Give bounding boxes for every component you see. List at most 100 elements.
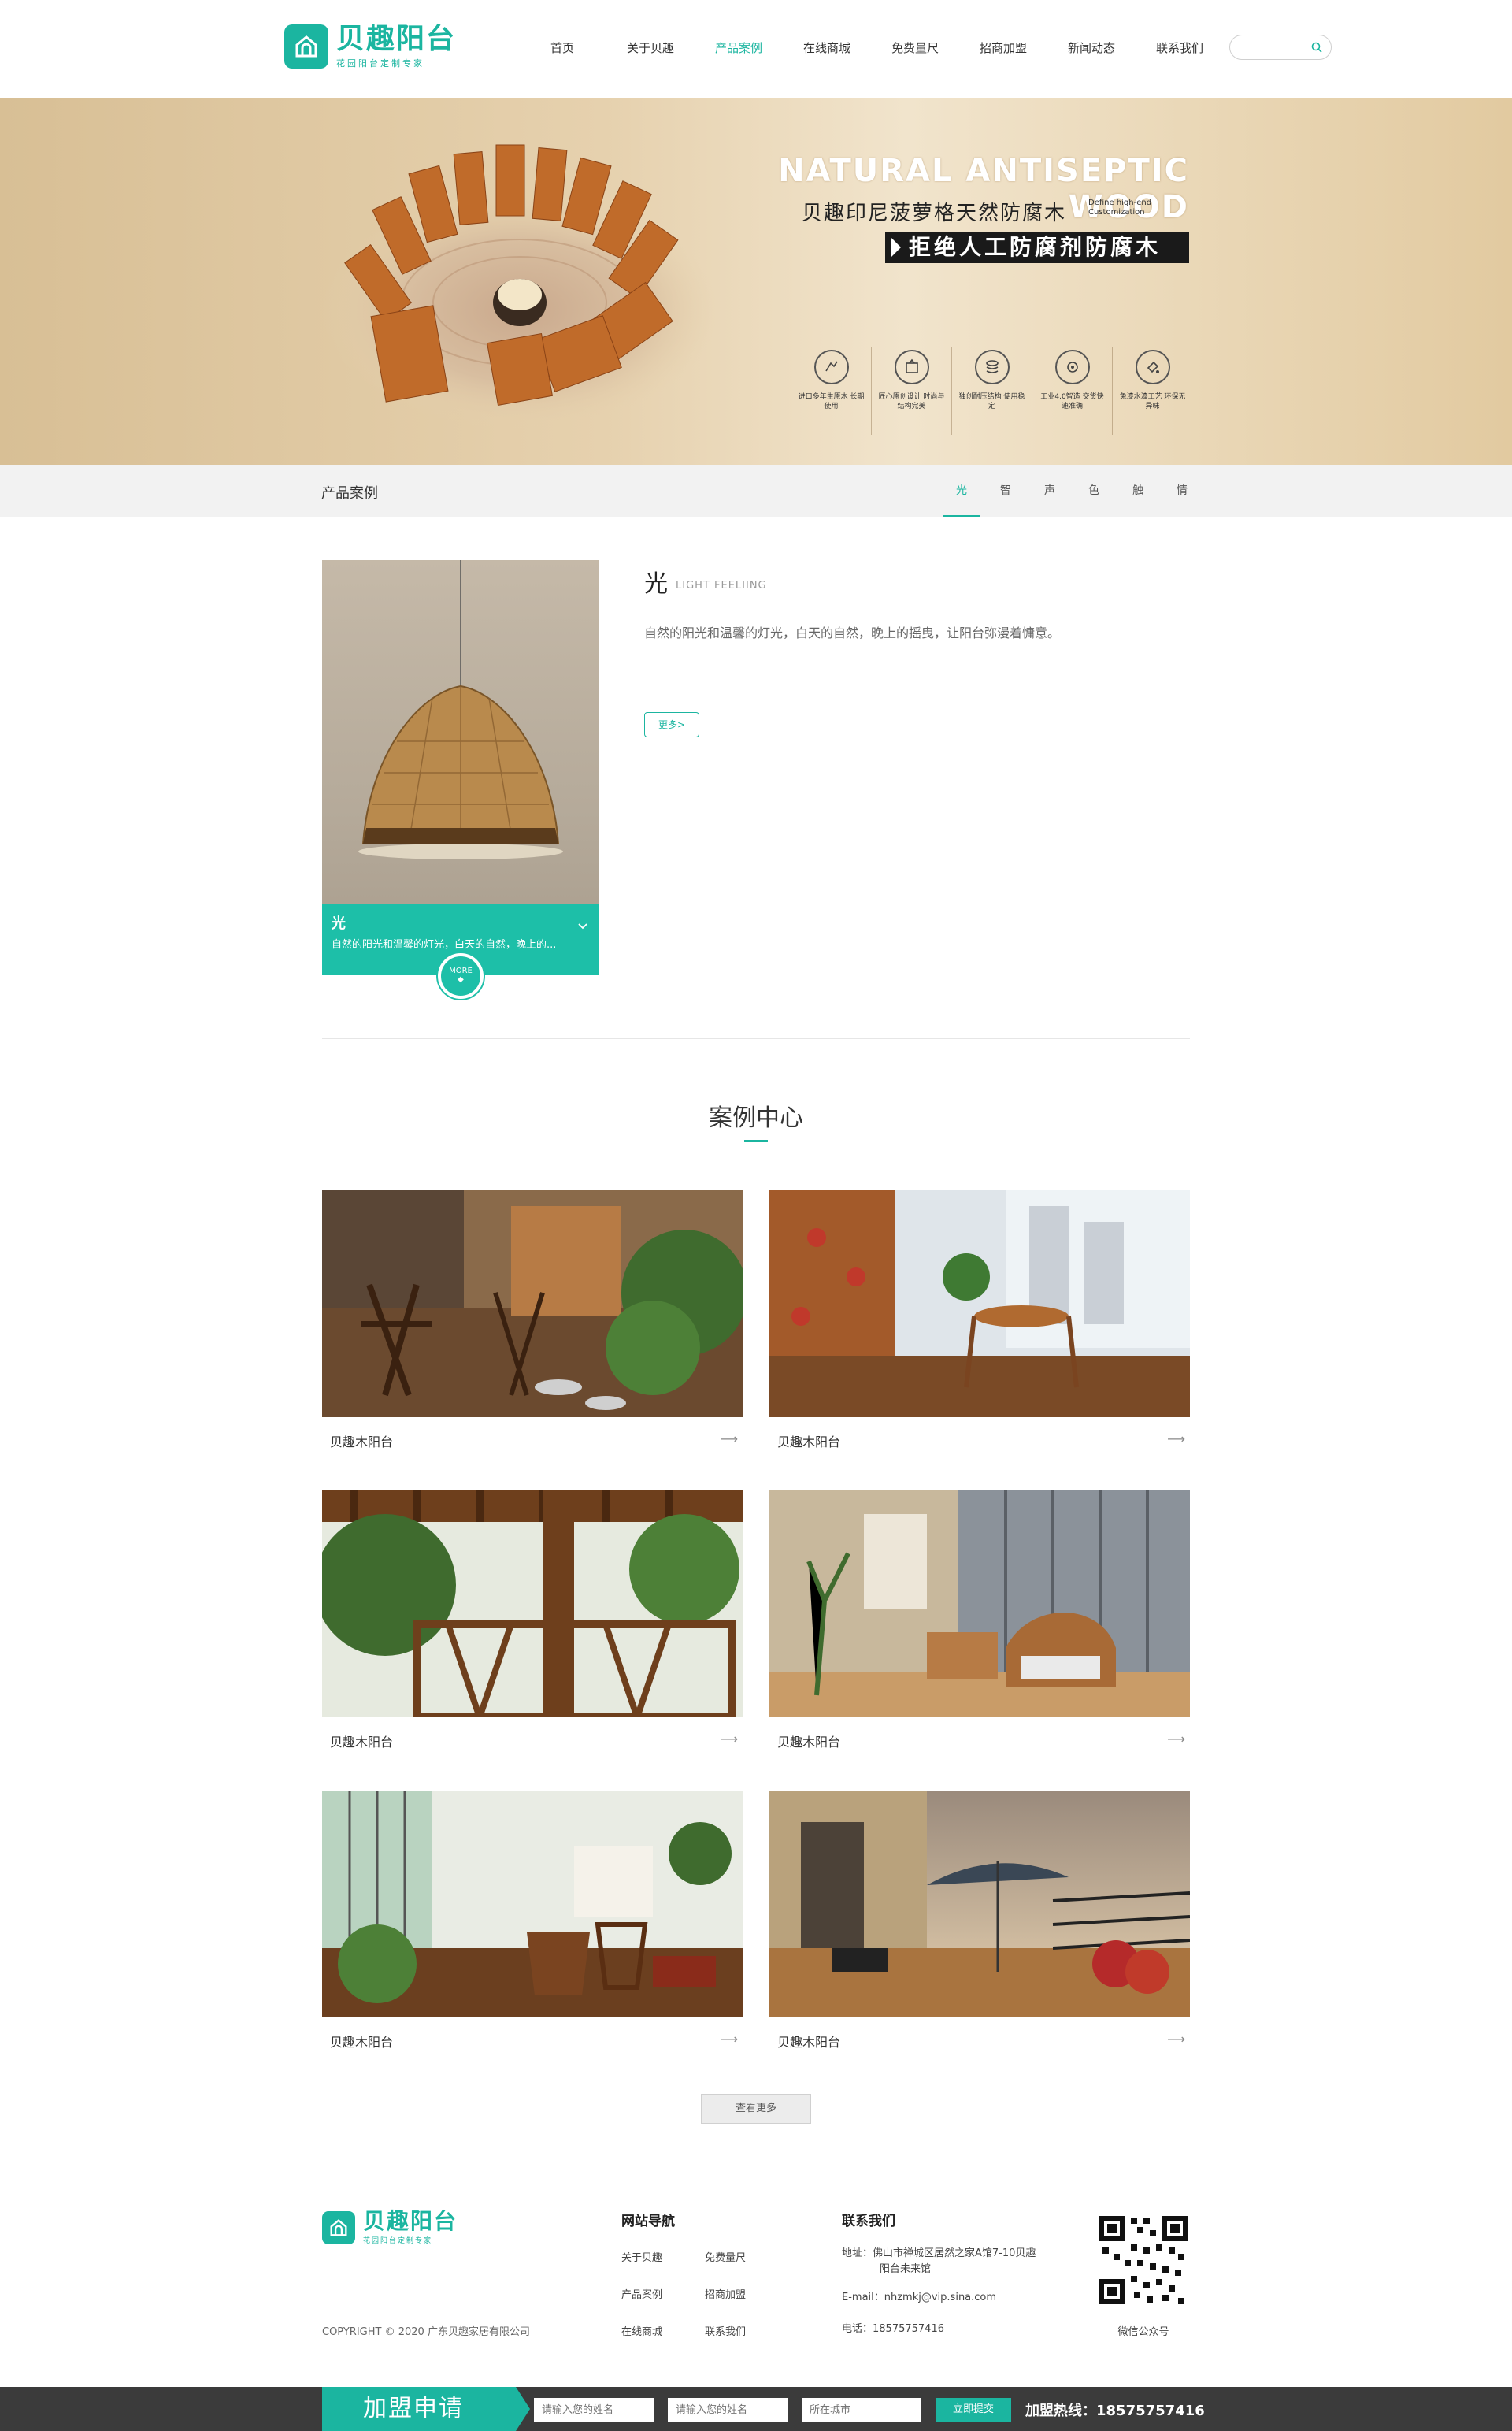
case-image[interactable] — [322, 1190, 743, 1417]
product-description: 自然的阳光和温馨的灯光，白天的自然，晚上的摇曳，让阳台弥漫着慵意。 — [644, 625, 1061, 640]
nav-item-measure[interactable]: 免费量尺 — [871, 39, 959, 56]
footer-contact-title: 联系我们 — [842, 2214, 895, 2229]
qr-label: 微信公众号 — [1117, 2326, 1169, 2338]
city-input[interactable] — [802, 2398, 921, 2422]
case-image[interactable] — [322, 1490, 743, 1717]
footer-phone: 电话：18575757416 — [842, 2323, 944, 2335]
case-label: 贝趣木阳台 — [777, 1735, 841, 1750]
arrow-right-icon[interactable]: ⟶ — [1167, 1431, 1185, 1446]
arrow-right-icon[interactable]: ⟶ — [1167, 2032, 1185, 2047]
product-title: 光 — [644, 570, 668, 598]
main-nav: 首页 关于贝趣 产品案例 在线商城 免费量尺 招商加盟 新闻动态 联系我们 — [518, 39, 1224, 56]
case-card[interactable]: 贝趣木阳台 ⟶ — [322, 1791, 743, 2051]
product-more-button[interactable]: 更多> — [644, 712, 699, 737]
join-application-bar: 加盟申请 立即提交 加盟热线：18575757416 — [0, 2387, 1512, 2431]
feature-text: 工业4.0智造 交货快速准确 — [1040, 393, 1104, 410]
tab-sound[interactable]: 声 — [1028, 465, 1072, 517]
phone-input[interactable] — [668, 2398, 788, 2422]
footer-email[interactable]: E-mail：nhzmkj@vip.sina.com — [842, 2290, 996, 2306]
site-logo[interactable]: 贝趣阳台 花园阳台定制专家 — [284, 24, 456, 69]
feature-text: 进口多年生原木 长期使用 — [798, 393, 865, 410]
feature-item: 进口多年生原木 长期使用 — [791, 347, 871, 435]
case-image[interactable] — [769, 1490, 1190, 1717]
copyright-text: COPYRIGHT © 2020 广东贝趣家居有限公司 — [322, 2326, 530, 2338]
house-logo-icon — [284, 24, 328, 69]
footer-link-measure[interactable]: 免费量尺 — [705, 2249, 746, 2264]
join-title: 加盟申请 — [322, 2387, 530, 2431]
chevron-down-icon[interactable] — [577, 919, 588, 933]
feature-item: 免漆水漆工艺 环保无异味 — [1112, 347, 1192, 435]
search-input[interactable] — [1241, 35, 1312, 59]
footer-link-about[interactable]: 关于贝趣 — [621, 2249, 662, 2264]
gear-icon — [1054, 350, 1090, 384]
banner-subtitle: 贝趣印尼菠萝格天然防腐木 — [802, 202, 1067, 225]
cases-title: 案例中心 — [709, 1104, 803, 1132]
case-image[interactable] — [769, 1791, 1190, 2017]
footer-logo[interactable]: 贝趣阳台 花园阳台定制专家 — [322, 2210, 458, 2245]
franchise-hotline: 加盟热线：18575757416 — [1025, 2403, 1205, 2419]
name-input[interactable] — [534, 2398, 654, 2422]
site-footer: 贝趣阳台 花园阳台定制专家 COPYRIGHT © 2020 广东贝趣家居有限公… — [0, 2162, 1512, 2392]
brand-tagline: 花园阳台定制专家 — [336, 58, 424, 69]
footer-link-shop[interactable]: 在线商城 — [621, 2323, 662, 2338]
tab-light[interactable]: 光 — [939, 465, 984, 517]
case-label: 贝趣木阳台 — [330, 1735, 394, 1750]
diamond-icon: ◆ — [458, 975, 464, 984]
design-icon — [894, 350, 929, 384]
tab-color[interactable]: 色 — [1072, 465, 1116, 517]
case-card[interactable]: 贝趣木阳台 ⟶ — [769, 1791, 1190, 2051]
footer-link-products[interactable]: 产品案例 — [621, 2286, 662, 2301]
nav-item-franchise[interactable]: 招商加盟 — [959, 39, 1047, 56]
more-circle-button[interactable]: MORE ◆ — [438, 953, 484, 999]
case-card[interactable]: 贝趣木阳台 ⟶ — [322, 1190, 743, 1450]
case-image[interactable] — [769, 1190, 1190, 1417]
feature-text: 免漆水漆工艺 环保无异味 — [1119, 393, 1186, 410]
wechat-qr-code — [1096, 2213, 1191, 2307]
nav-item-home[interactable]: 首页 — [518, 39, 606, 56]
case-card[interactable]: 贝趣木阳台 ⟶ — [322, 1490, 743, 1750]
tab-smart[interactable]: 智 — [984, 465, 1028, 517]
case-image[interactable] — [322, 1791, 743, 2017]
subnav-title: 产品案例 — [321, 485, 378, 502]
case-card[interactable]: 贝趣木阳台 ⟶ — [769, 1190, 1190, 1450]
hand-wood-icon — [813, 350, 849, 384]
nav-item-contact[interactable]: 联系我们 — [1136, 39, 1224, 56]
product-title-en: LIGHT FEELIING — [676, 580, 767, 592]
category-subnav: 产品案例 光 智 声 色 触 情 — [0, 465, 1512, 517]
brand-name: 贝趣阳台 — [336, 23, 457, 55]
hero-banner: NATURAL ANTISEPTIC WOOD 贝趣印尼菠萝格天然防腐木 Def… — [0, 98, 1512, 465]
tab-emotion[interactable]: 情 — [1160, 465, 1204, 517]
footer-brand-name: 贝趣阳台 — [363, 2208, 458, 2234]
house-logo-icon — [322, 2210, 355, 2244]
arrow-right-icon[interactable]: ⟶ — [720, 1731, 738, 1746]
feature-text: 匠心原创设计 时尚与结构完美 — [878, 393, 945, 410]
banner-features: 进口多年生原木 长期使用 匠心原创设计 时尚与结构完美 独创耐压结构 使用稳定 … — [791, 347, 1192, 435]
feature-text: 独创耐压结构 使用稳定 — [958, 393, 1025, 410]
footer-brand-tagline: 花园阳台定制专家 — [363, 2237, 433, 2245]
section-divider — [322, 1038, 1190, 1039]
nav-item-products[interactable]: 产品案例 — [695, 39, 783, 56]
nav-item-about[interactable]: 关于贝趣 — [606, 39, 695, 56]
arrow-right-icon[interactable]: ⟶ — [720, 1431, 738, 1446]
nav-item-news[interactable]: 新闻动态 — [1047, 39, 1136, 56]
footer-nav-title: 网站导航 — [621, 2214, 675, 2229]
footer-link-contact[interactable]: 联系我们 — [705, 2323, 746, 2338]
nav-item-shop[interactable]: 在线商城 — [783, 39, 871, 56]
arrow-right-icon[interactable]: ⟶ — [1167, 1731, 1185, 1746]
submit-button[interactable]: 立即提交 — [936, 2398, 1011, 2422]
wood-ring-illustration — [323, 144, 717, 429]
footer-address-line2: 阳台未来馆 — [880, 2263, 932, 2275]
search-box — [1229, 35, 1332, 60]
search-icon[interactable] — [1310, 41, 1323, 57]
case-card[interactable]: 贝趣木阳台 ⟶ — [769, 1490, 1190, 1750]
arrow-right-icon[interactable]: ⟶ — [720, 2032, 738, 2047]
view-more-button[interactable]: 查看更多 — [701, 2094, 811, 2124]
footer-address: 地址：佛山市禅城区居然之家A馆7-10贝趣 — [842, 2247, 1036, 2259]
tab-touch[interactable]: 触 — [1116, 465, 1160, 517]
footer-link-franchise[interactable]: 招商加盟 — [705, 2286, 746, 2301]
feature-item: 匠心原创设计 时尚与结构完美 — [871, 347, 951, 435]
banner-tag: 拒绝人工防腐剂防腐木 — [885, 232, 1189, 263]
banner-define-text: Define high-end Customization — [1088, 199, 1152, 217]
subnav-tabs: 光 智 声 色 触 情 — [939, 465, 1204, 517]
caption-title: 光 — [332, 915, 346, 932]
